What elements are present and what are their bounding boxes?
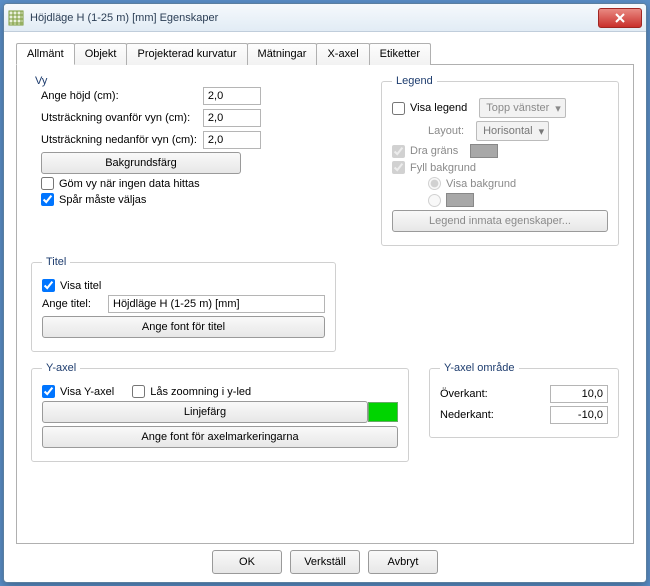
input-title[interactable]: [108, 295, 325, 313]
tab-x-axel[interactable]: X-axel: [316, 43, 369, 65]
tab-matningar[interactable]: Mätningar: [247, 43, 318, 65]
group-yaxis: Y-axel Visa Y-axel Lås zoomning i y-led …: [31, 362, 409, 462]
chevron-down-icon: ▾: [555, 102, 561, 115]
close-button[interactable]: [598, 8, 642, 28]
ok-button[interactable]: OK: [212, 550, 282, 574]
button-title-font[interactable]: Ange font för titel: [42, 316, 325, 338]
group-yaxis-title: Y-axel: [42, 362, 80, 374]
apply-button[interactable]: Verkställ: [290, 550, 360, 574]
group-yaxis-range-title: Y-axel område: [440, 362, 519, 374]
label-show-title: Visa titel: [60, 280, 101, 292]
label-draw-border: Dra gräns: [410, 145, 458, 157]
input-bottom[interactable]: [550, 406, 608, 424]
group-legend-title: Legend: [392, 75, 437, 87]
input-height[interactable]: [203, 87, 261, 105]
group-vy: Vy Ange höjd (cm): Utsträckning ovanför …: [31, 75, 381, 209]
swatch-line-color[interactable]: [368, 402, 398, 422]
dropdown-legend-layout[interactable]: Horisontal ▾: [476, 121, 549, 141]
group-vy-title: Vy: [31, 75, 51, 87]
dialog-footer: OK Verkställ Avbryt: [16, 544, 634, 574]
label-below: Utsträckning nedanför vyn (cm):: [41, 134, 197, 146]
button-legend-props[interactable]: Legend inmata egenskaper...: [392, 210, 608, 232]
dropdown-legend-position[interactable]: Topp vänster ▾: [479, 98, 566, 118]
label-top: Överkant:: [440, 388, 488, 400]
button-axis-font[interactable]: Ange font för axelmarkeringarna: [42, 426, 398, 448]
chevron-down-icon: ▾: [539, 125, 545, 138]
checkbox-show-yaxis[interactable]: [42, 385, 55, 398]
group-titel: Titel Visa titel Ange titel: Ange font f…: [31, 256, 336, 352]
tab-allmant[interactable]: Allmänt: [16, 43, 75, 65]
group-yaxis-range: Y-axel område Överkant: Nederkant:: [429, 362, 619, 438]
client-area: Allmänt Objekt Projekterad kurvatur Mätn…: [4, 32, 646, 582]
label-show-yaxis: Visa Y-axel: [60, 386, 114, 398]
checkbox-show-legend[interactable]: [392, 102, 405, 115]
input-above[interactable]: [203, 109, 261, 127]
label-hide-empty: Göm vy när ingen data hittas: [59, 178, 200, 190]
tab-strip: Allmänt Objekt Projekterad kurvatur Mätn…: [16, 42, 634, 65]
checkbox-lock-zoom[interactable]: [132, 385, 145, 398]
label-lock-zoom: Lås zoomning i y-led: [150, 386, 251, 398]
swatch-bg-color[interactable]: [446, 193, 474, 207]
group-titel-title: Titel: [42, 256, 70, 268]
label-bottom: Nederkant:: [440, 409, 494, 421]
cancel-button[interactable]: Avbryt: [368, 550, 438, 574]
tab-objekt[interactable]: Objekt: [74, 43, 128, 65]
input-top[interactable]: [550, 385, 608, 403]
label-layout: Layout:: [428, 125, 464, 137]
dropdown-legend-layout-value: Horisontal: [483, 125, 533, 137]
close-icon: [615, 13, 625, 23]
label-above: Utsträckning ovanför vyn (cm):: [41, 112, 197, 124]
label-height: Ange höjd (cm):: [41, 90, 197, 102]
window-title: Höjdläge H (1-25 m) [mm] Egenskaper: [30, 12, 598, 24]
button-line-color[interactable]: Linjefärg: [42, 401, 368, 423]
dialog-window: Höjdläge H (1-25 m) [mm] Egenskaper Allm…: [3, 3, 647, 583]
input-below[interactable]: [203, 131, 261, 149]
swatch-border-color[interactable]: [470, 144, 498, 158]
tab-page-allmant: Vy Ange höjd (cm): Utsträckning ovanför …: [16, 65, 634, 544]
checkbox-fill-bg[interactable]: [392, 161, 405, 174]
checkbox-show-title[interactable]: [42, 279, 55, 292]
radio-show-bg[interactable]: [428, 177, 441, 190]
checkbox-draw-border[interactable]: [392, 145, 405, 158]
group-legend: Legend Visa legend Topp vänster ▾ Layout…: [381, 75, 619, 246]
button-bgcolor[interactable]: Bakgrundsfärg: [41, 152, 241, 174]
checkbox-track-required[interactable]: [41, 193, 54, 206]
label-input-title: Ange titel:: [42, 298, 102, 310]
tab-etiketter[interactable]: Etiketter: [369, 43, 431, 65]
checkbox-hide-empty[interactable]: [41, 177, 54, 190]
label-fill-bg: Fyll bakgrund: [410, 162, 476, 174]
dropdown-legend-position-value: Topp vänster: [486, 102, 549, 114]
label-track-required: Spår måste väljas: [59, 194, 146, 206]
label-show-bg: Visa bakgrund: [446, 178, 516, 190]
titlebar: Höjdläge H (1-25 m) [mm] Egenskaper: [4, 4, 646, 32]
app-icon: [8, 10, 24, 26]
tab-projekterad-kurvatur[interactable]: Projekterad kurvatur: [126, 43, 247, 65]
radio-color-bg[interactable]: [428, 194, 441, 207]
label-show-legend: Visa legend: [410, 102, 467, 114]
